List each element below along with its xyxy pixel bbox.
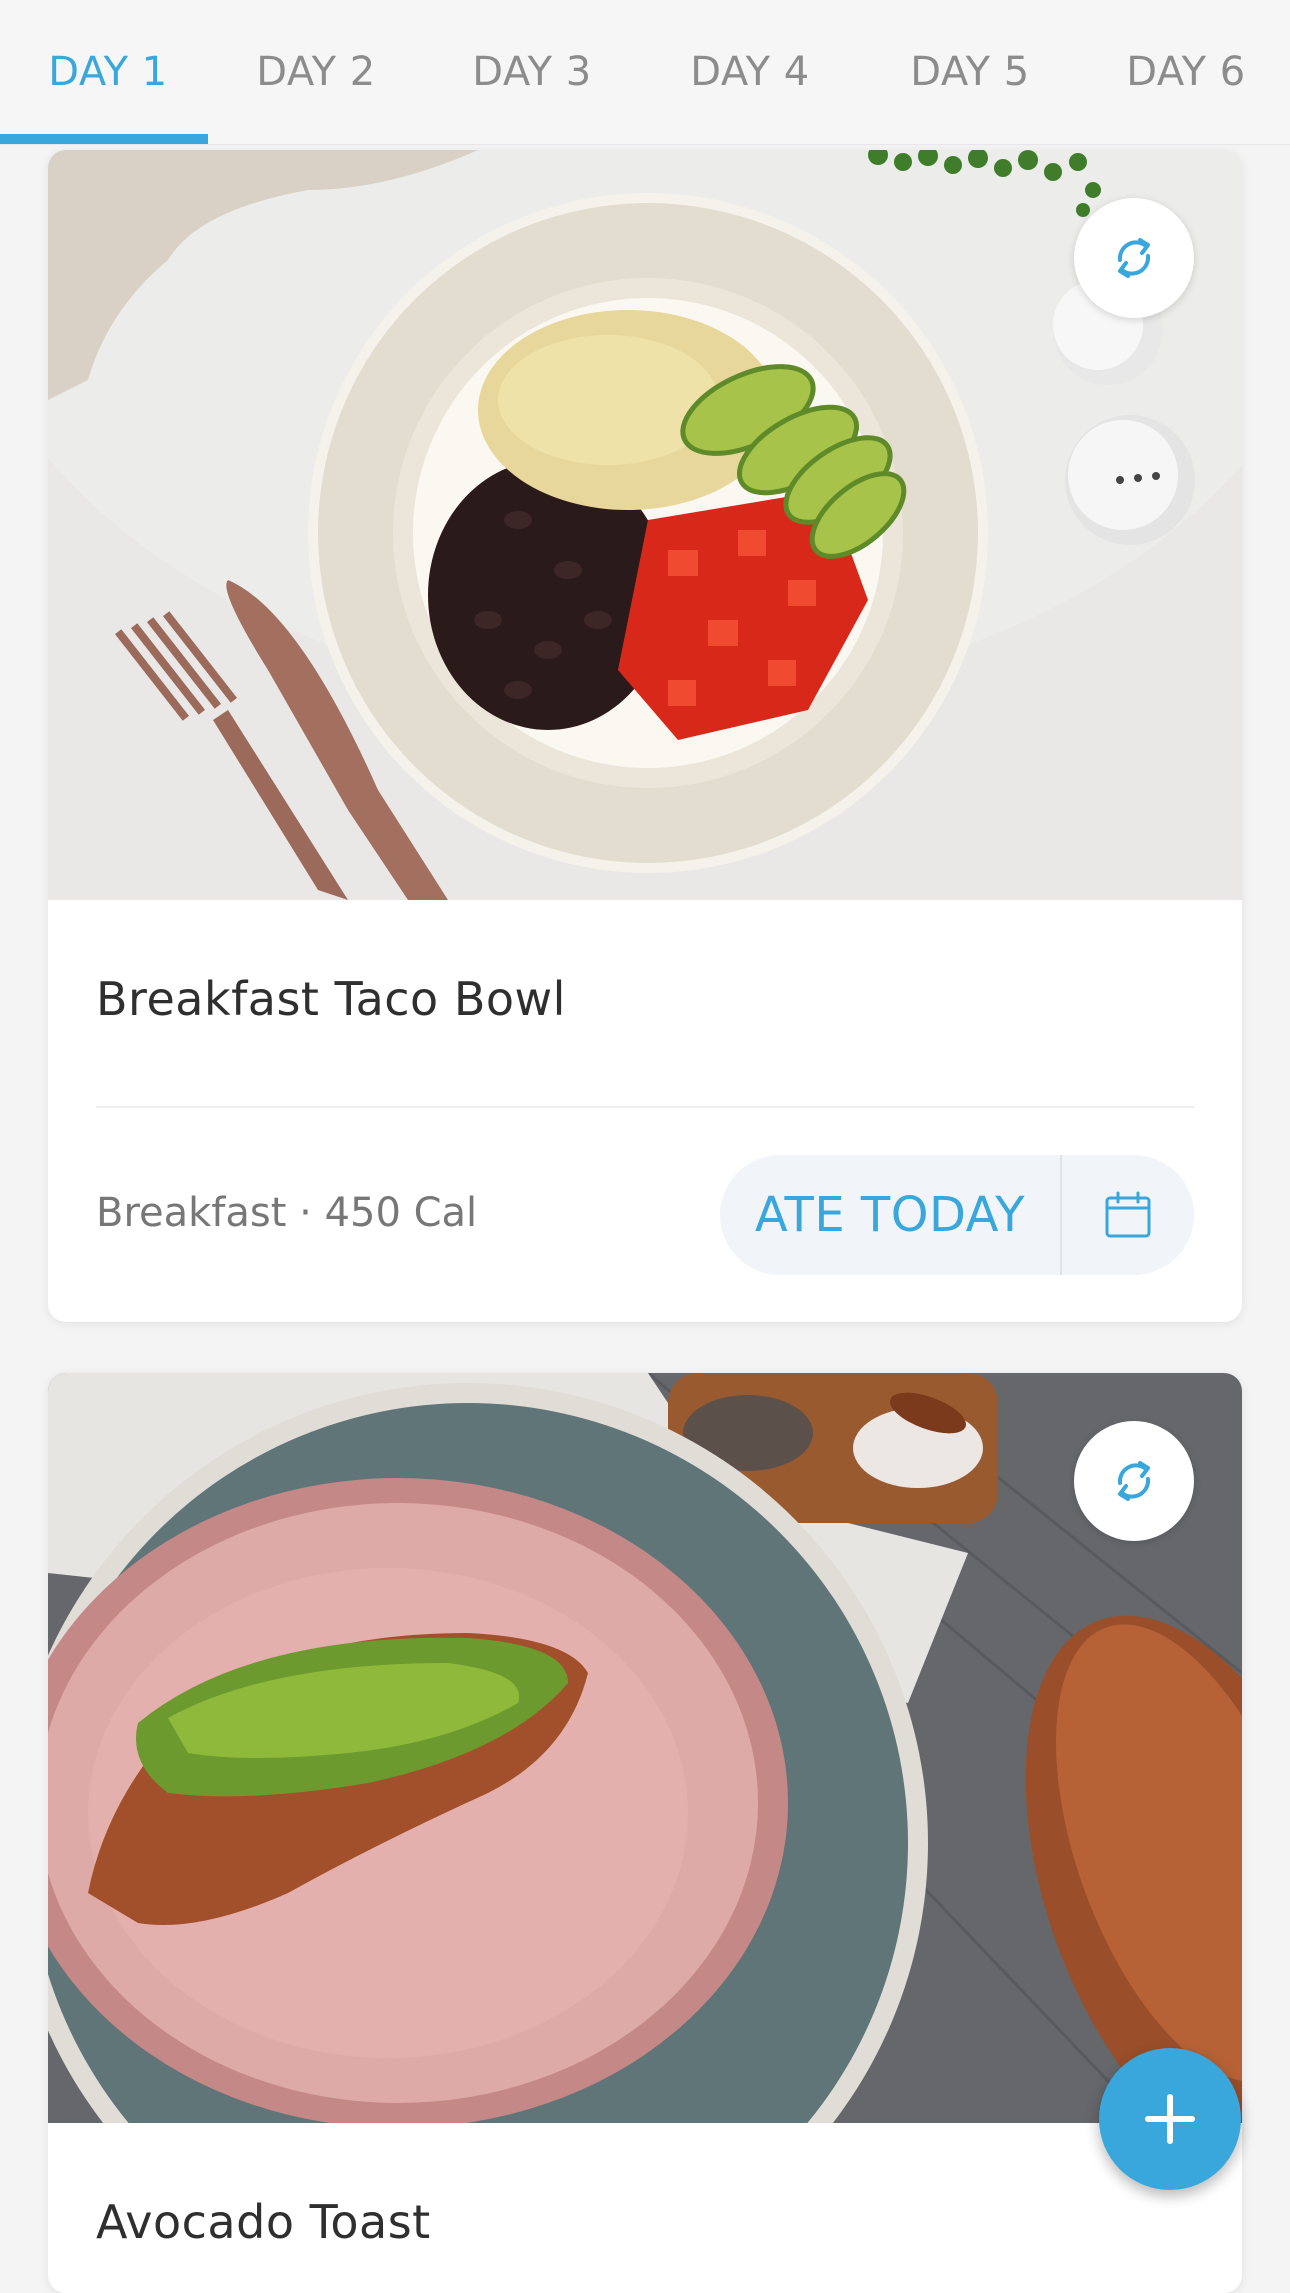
swap-icon bbox=[1117, 238, 1151, 278]
meal-photo bbox=[48, 1373, 1242, 2123]
tab-day-1[interactable]: DAY 1 bbox=[0, 0, 216, 144]
meal-card[interactable]: Breakfast Taco Bowl Breakfast · 450 Cal … bbox=[48, 150, 1242, 1322]
swap-meal-button[interactable] bbox=[1074, 1421, 1194, 1541]
card-divider bbox=[96, 1106, 1194, 1108]
tab-day-6[interactable]: DAY 6 bbox=[1078, 0, 1290, 144]
meal-title[interactable]: Breakfast Taco Bowl bbox=[96, 972, 566, 1026]
tab-day-4[interactable]: DAY 4 bbox=[642, 0, 858, 144]
meal-card[interactable]: Avocado Toast bbox=[48, 1373, 1242, 2293]
tab-day-3[interactable]: DAY 3 bbox=[424, 0, 640, 144]
ate-today-button[interactable]: ATE TODAY bbox=[720, 1155, 1060, 1275]
calendar-icon bbox=[1105, 1191, 1151, 1238]
tab-day-2[interactable]: DAY 2 bbox=[208, 0, 424, 144]
plus-icon bbox=[1145, 2094, 1195, 2144]
day-tab-bar: DAY 1 DAY 2 DAY 3 DAY 4 DAY 5 DAY 6 bbox=[0, 0, 1290, 145]
add-meal-button[interactable] bbox=[1099, 2048, 1241, 2190]
meal-title[interactable]: Avocado Toast bbox=[96, 2195, 431, 2249]
active-tab-indicator bbox=[0, 134, 208, 144]
schedule-button[interactable] bbox=[1062, 1155, 1194, 1275]
tab-day-5[interactable]: DAY 5 bbox=[862, 0, 1078, 144]
swap-meal-button[interactable] bbox=[1074, 198, 1194, 318]
swap-icon bbox=[1117, 1461, 1151, 1501]
ate-today-group: ATE TODAY bbox=[720, 1155, 1194, 1275]
meal-photo bbox=[48, 150, 1242, 900]
meal-meta: Breakfast · 450 Cal bbox=[96, 1190, 478, 1236]
